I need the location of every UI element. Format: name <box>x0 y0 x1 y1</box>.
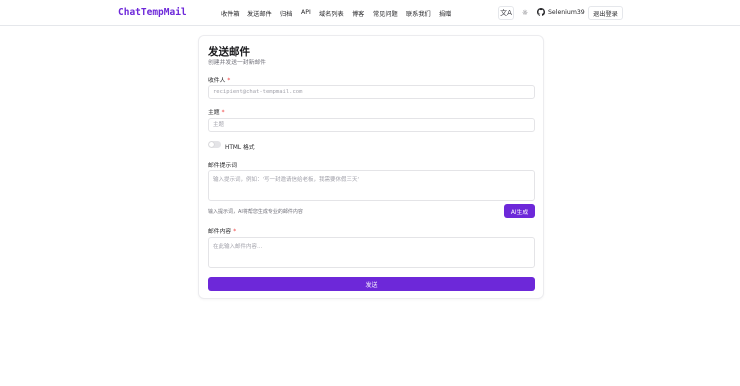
top-navbar: ChatTempMail 收件箱 发送邮件 归档 API 域名列表 博客 常见问… <box>0 0 740 26</box>
brand-logo[interactable]: ChatTempMail <box>118 7 187 18</box>
nav-contact[interactable]: 联系我们 <box>406 9 431 18</box>
user-name: Selenium39 <box>548 8 585 16</box>
subject-input[interactable] <box>208 118 535 132</box>
html-format-toggle[interactable] <box>208 141 221 148</box>
content-label-text: 邮件内容 <box>208 229 232 235</box>
send-email-card: 发送邮件 创建并发送一封新邮件 收件人* 主题* HTML 格式 邮件提示词 输… <box>198 35 544 299</box>
to-label-text: 收件人 <box>208 78 226 84</box>
theme-toggle-icon[interactable]: ☼ <box>517 6 533 20</box>
user-menu[interactable]: Selenium39 <box>537 8 585 16</box>
nav-api[interactable]: API <box>301 9 311 16</box>
prompt-textarea[interactable] <box>208 170 535 201</box>
required-mark: * <box>221 110 225 116</box>
html-format-label: HTML 格式 <box>225 145 255 151</box>
nav-send-email[interactable]: 发送邮件 <box>247 9 272 18</box>
translate-icon[interactable]: 文A <box>498 6 514 20</box>
prompt-hint: 输入提示词，AI将帮您生成专业的邮件内容 <box>208 209 303 215</box>
required-mark: * <box>233 229 237 235</box>
nav-domain-list[interactable]: 域名列表 <box>319 9 344 18</box>
page-subtitle: 创建并发送一封新邮件 <box>208 60 266 66</box>
nav-blog[interactable]: 博客 <box>352 9 364 18</box>
prompt-label: 邮件提示词 <box>208 163 237 169</box>
nav-donate[interactable]: 捐赠 <box>439 9 451 18</box>
nav-faq[interactable]: 常见问题 <box>373 9 398 18</box>
github-icon <box>537 8 545 16</box>
nav-archive[interactable]: 归档 <box>280 9 292 18</box>
logout-button[interactable]: 退出登录 <box>588 6 623 20</box>
recipient-input[interactable] <box>208 85 535 99</box>
subject-label: 主题 * <box>208 107 225 116</box>
to-label: 收件人 * <box>208 75 230 84</box>
toggle-knob <box>209 142 214 147</box>
send-button[interactable]: 发送 <box>208 277 535 291</box>
prompt-field <box>199 170 545 201</box>
ai-generate-button[interactable]: AI生成 <box>504 204 535 218</box>
required-mark: * <box>227 78 231 84</box>
subject-label-text: 主题 <box>208 110 220 116</box>
content-label: 邮件内容 * <box>208 226 236 235</box>
content-textarea[interactable] <box>208 237 535 268</box>
nav-inbox[interactable]: 收件箱 <box>221 9 240 18</box>
